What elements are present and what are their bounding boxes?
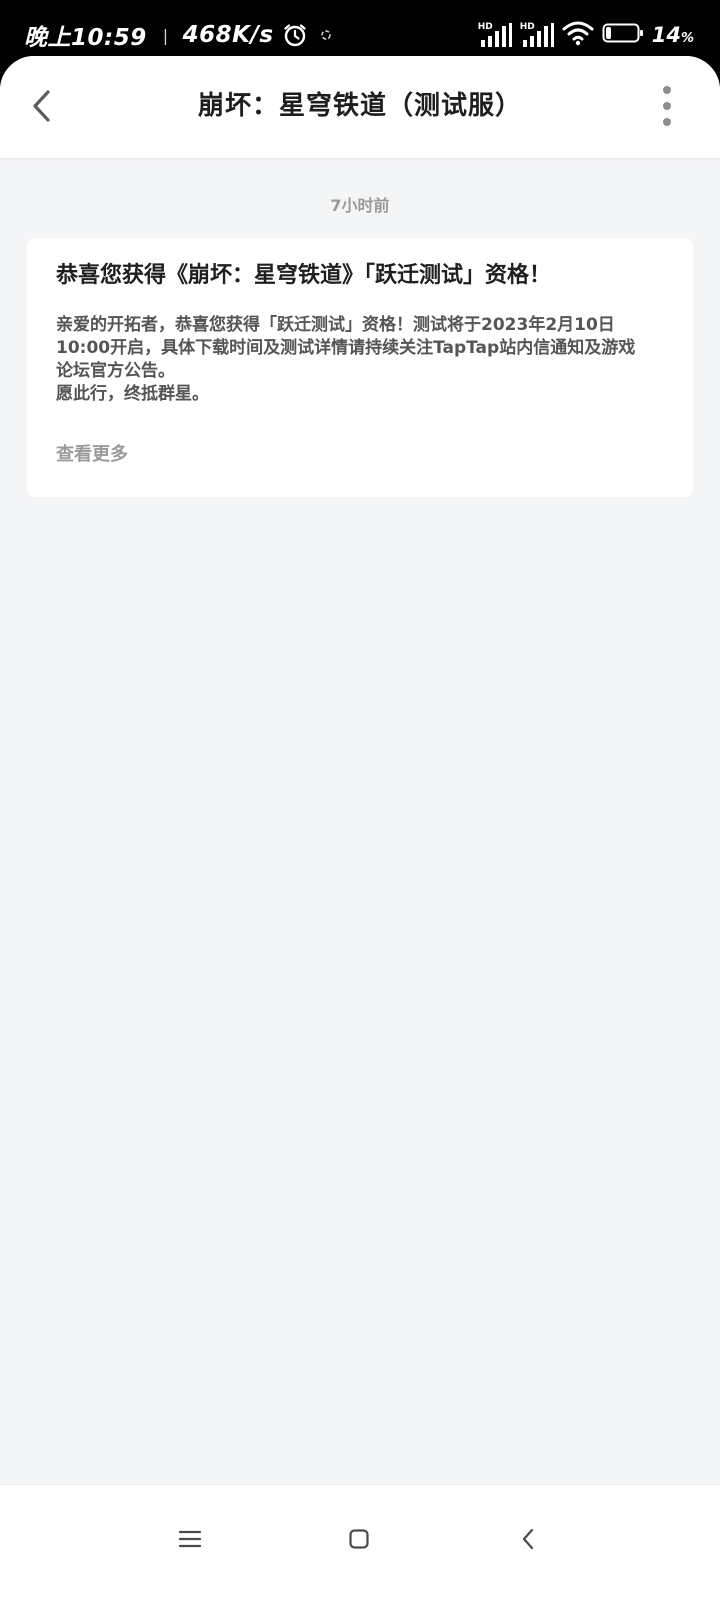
menu-icon [178, 1530, 202, 1548]
message-body: 亲爱的开拓者，恭喜您获得「跃迁测试」资格！测试将于2023年2月10日 10:0… [56, 314, 646, 406]
message-card[interactable]: 恭喜您获得《崩坏：星穹铁道》「跃迁测试」资格！ 亲爱的开拓者，恭喜您获得「跃迁测… [27, 238, 693, 497]
network-speed: 468K/s [182, 22, 274, 48]
signal-icon: HD [520, 22, 554, 48]
battery-icon [602, 22, 644, 48]
recent-apps-button[interactable] [160, 1509, 220, 1569]
system-nav-bar [0, 1484, 720, 1600]
message-timestamp: 7小时前 [330, 196, 390, 215]
app-screen: 崩坏：星穹铁道（测试服） 7小时前 恭喜您获得《崩坏：星穹铁道》「跃迁测试」资格… [0, 56, 720, 1600]
back-icon [522, 1528, 534, 1550]
more-options-button[interactable] [652, 86, 682, 126]
more-vertical-icon [663, 118, 671, 126]
home-icon [349, 1529, 369, 1549]
signal-icon: HD [478, 22, 512, 48]
status-time: 晚上10:59 [24, 25, 147, 51]
sync-icon [320, 29, 332, 41]
more-vertical-icon [663, 102, 671, 110]
message-body-line: 亲爱的开拓者，恭喜您获得「跃迁测试」资格！测试将于2023年2月10日 10:0… [56, 315, 636, 381]
see-more-link[interactable]: 查看更多 [56, 440, 128, 466]
battery-percent-symbol: % [680, 31, 694, 46]
home-button[interactable] [329, 1509, 389, 1569]
chevron-left-icon [33, 90, 50, 122]
back-button[interactable] [22, 84, 60, 128]
status-separator: | [162, 25, 169, 45]
battery-percent-value: 14 [651, 23, 681, 47]
status-left: 晚上10:59 | 468K/s [24, 18, 332, 52]
message-title: 恭喜您获得《崩坏：星穹铁道》「跃迁测试」资格！ [56, 263, 552, 288]
battery-percent: 14% [652, 23, 694, 47]
system-back-button[interactable] [498, 1509, 558, 1569]
wifi-icon [562, 20, 594, 50]
page-title: 崩坏：星穹铁道（测试服） [197, 91, 522, 121]
more-vertical-icon [663, 86, 671, 94]
status-right: HD HD 14% [478, 18, 694, 52]
app-bar: 崩坏：星穹铁道（测试服） [0, 56, 720, 158]
alarm-icon [282, 22, 308, 48]
message-body-line: 愿此行，终抵群星。 [56, 384, 209, 404]
